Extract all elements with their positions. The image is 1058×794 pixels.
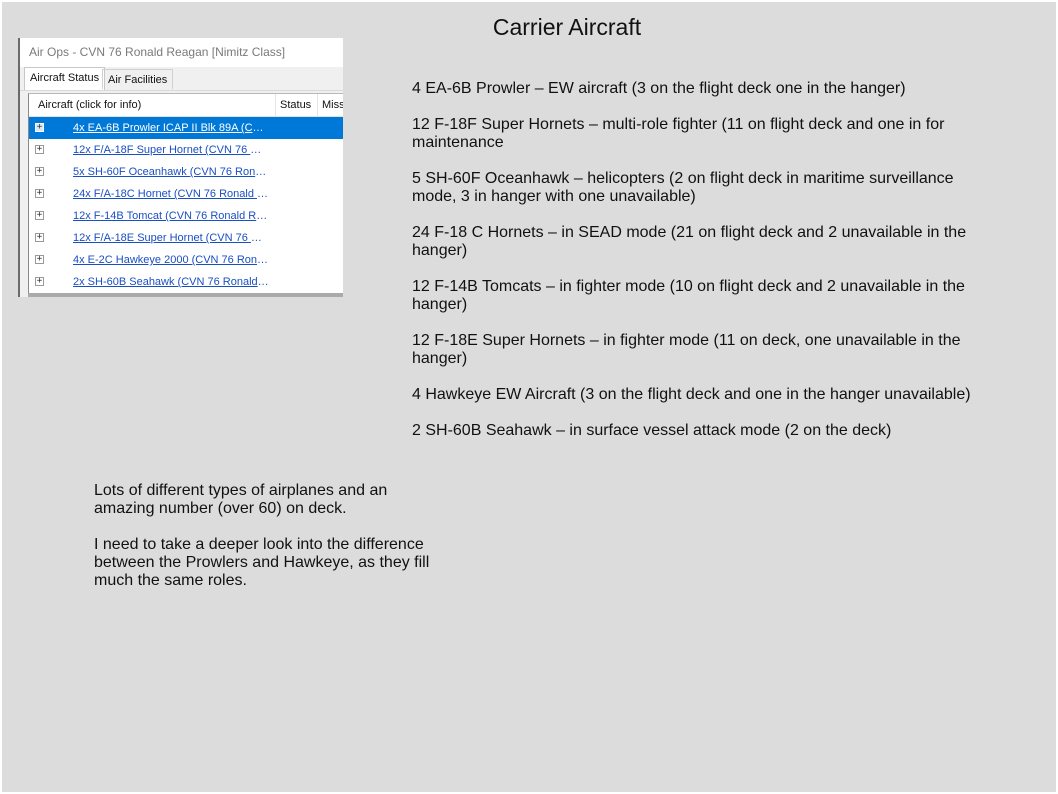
aircraft-link[interactable]: 5x SH-60F Oceanhawk (CVN 76 Ronal... [73, 161, 269, 183]
table-row[interactable]: +5x SH-60F Oceanhawk (CVN 76 Ronal... [29, 161, 343, 183]
aircraft-link[interactable]: 4x EA-6B Prowler ICAP II Blk 89A (CVN... [73, 117, 269, 139]
note-line: 5 SH-60F Oceanhawk – helicopters (2 on f… [412, 170, 954, 205]
horizontal-scrollbar[interactable] [28, 293, 343, 297]
grid-body: +4x EA-6B Prowler ICAP II Blk 89A (CVN..… [29, 117, 343, 293]
column-header-mission[interactable]: Miss [318, 94, 343, 116]
grid-header: Aircraft (click for info) Status Miss [29, 94, 343, 117]
note-line: 2 SH-60B Seahawk – in surface vessel att… [412, 422, 892, 439]
slide-title: Carrier Aircraft [492, 14, 642, 40]
expand-icon[interactable]: + [35, 167, 44, 176]
slide: Carrier Aircraft Air Ops - CVN 76 Ronald… [2, 2, 1056, 792]
note-line: 24 F-18 C Hornets – in SEAD mode (21 on … [412, 224, 967, 259]
aircraft-link[interactable]: 12x F/A-18F Super Hornet (CVN 76 Ro... [73, 139, 269, 161]
expand-icon[interactable]: + [35, 277, 44, 286]
note-line: 12 F-18F Super Hornets – multi-role figh… [412, 116, 945, 151]
window-title: Air Ops - CVN 76 Ronald Reagan [Nimitz C… [20, 38, 343, 67]
table-row[interactable]: +2x SH-60B Seahawk (CVN 76 Ronald ... [29, 271, 343, 293]
aircraft-grid: Aircraft (click for info) Status Miss +4… [28, 93, 343, 294]
expand-icon[interactable]: + [35, 123, 44, 132]
aircraft-link[interactable]: 12x F/A-18E Super Hornet (CVN 76 Ro... [73, 227, 269, 249]
tab-bar: Aircraft Status Air Facilities [20, 67, 343, 91]
expand-icon[interactable]: + [35, 233, 44, 242]
aircraft-notes: 4 EA-6B Prowler – EW aircraft (3 on the … [412, 80, 992, 458]
expand-icon[interactable]: + [35, 145, 44, 154]
note-line: 12 F-18E Super Hornets – in fighter mode… [412, 332, 961, 367]
air-ops-screenshot: Air Ops - CVN 76 Ronald Reagan [Nimitz C… [18, 38, 343, 297]
column-header-aircraft[interactable]: Aircraft (click for info) [34, 94, 276, 116]
expand-icon[interactable]: + [35, 255, 44, 264]
table-row[interactable]: +12x F/A-18F Super Hornet (CVN 76 Ro... [29, 139, 343, 161]
note-line: 12 F-14B Tomcats – in fighter mode (10 o… [412, 278, 965, 313]
column-header-status[interactable]: Status [276, 94, 318, 116]
comment-paragraph: Lots of different types of airplanes and… [94, 482, 388, 517]
expand-icon[interactable]: + [35, 211, 44, 220]
table-row[interactable]: +12x F-14B Tomcat (CVN 76 Ronald Re... [29, 205, 343, 227]
note-line: 4 Hawkeye EW Aircraft (3 on the flight d… [412, 386, 971, 403]
table-row[interactable]: +4x EA-6B Prowler ICAP II Blk 89A (CVN..… [29, 117, 343, 139]
expand-icon[interactable]: + [35, 189, 44, 198]
table-row[interactable]: +12x F/A-18E Super Hornet (CVN 76 Ro... [29, 227, 343, 249]
table-row[interactable]: +4x E-2C Hawkeye 2000 (CVN 76 Ronal... [29, 249, 343, 271]
note-line: 4 EA-6B Prowler – EW aircraft (3 on the … [412, 80, 906, 97]
aircraft-link[interactable]: 24x F/A-18C Hornet (CVN 76 Ronald R... [73, 183, 269, 205]
aircraft-link[interactable]: 12x F-14B Tomcat (CVN 76 Ronald Re... [73, 205, 269, 227]
tab-aircraft-status[interactable]: Aircraft Status [24, 67, 106, 90]
tab-air-facilities[interactable]: Air Facilities [102, 69, 174, 89]
aircraft-link[interactable]: 4x E-2C Hawkeye 2000 (CVN 76 Ronal... [73, 249, 269, 271]
table-row[interactable]: +24x F/A-18C Hornet (CVN 76 Ronald R... [29, 183, 343, 205]
comments: Lots of different types of airplanes and… [94, 482, 444, 608]
aircraft-link[interactable]: 2x SH-60B Seahawk (CVN 76 Ronald ... [73, 271, 269, 293]
comment-paragraph: I need to take a deeper look into the di… [94, 536, 430, 589]
